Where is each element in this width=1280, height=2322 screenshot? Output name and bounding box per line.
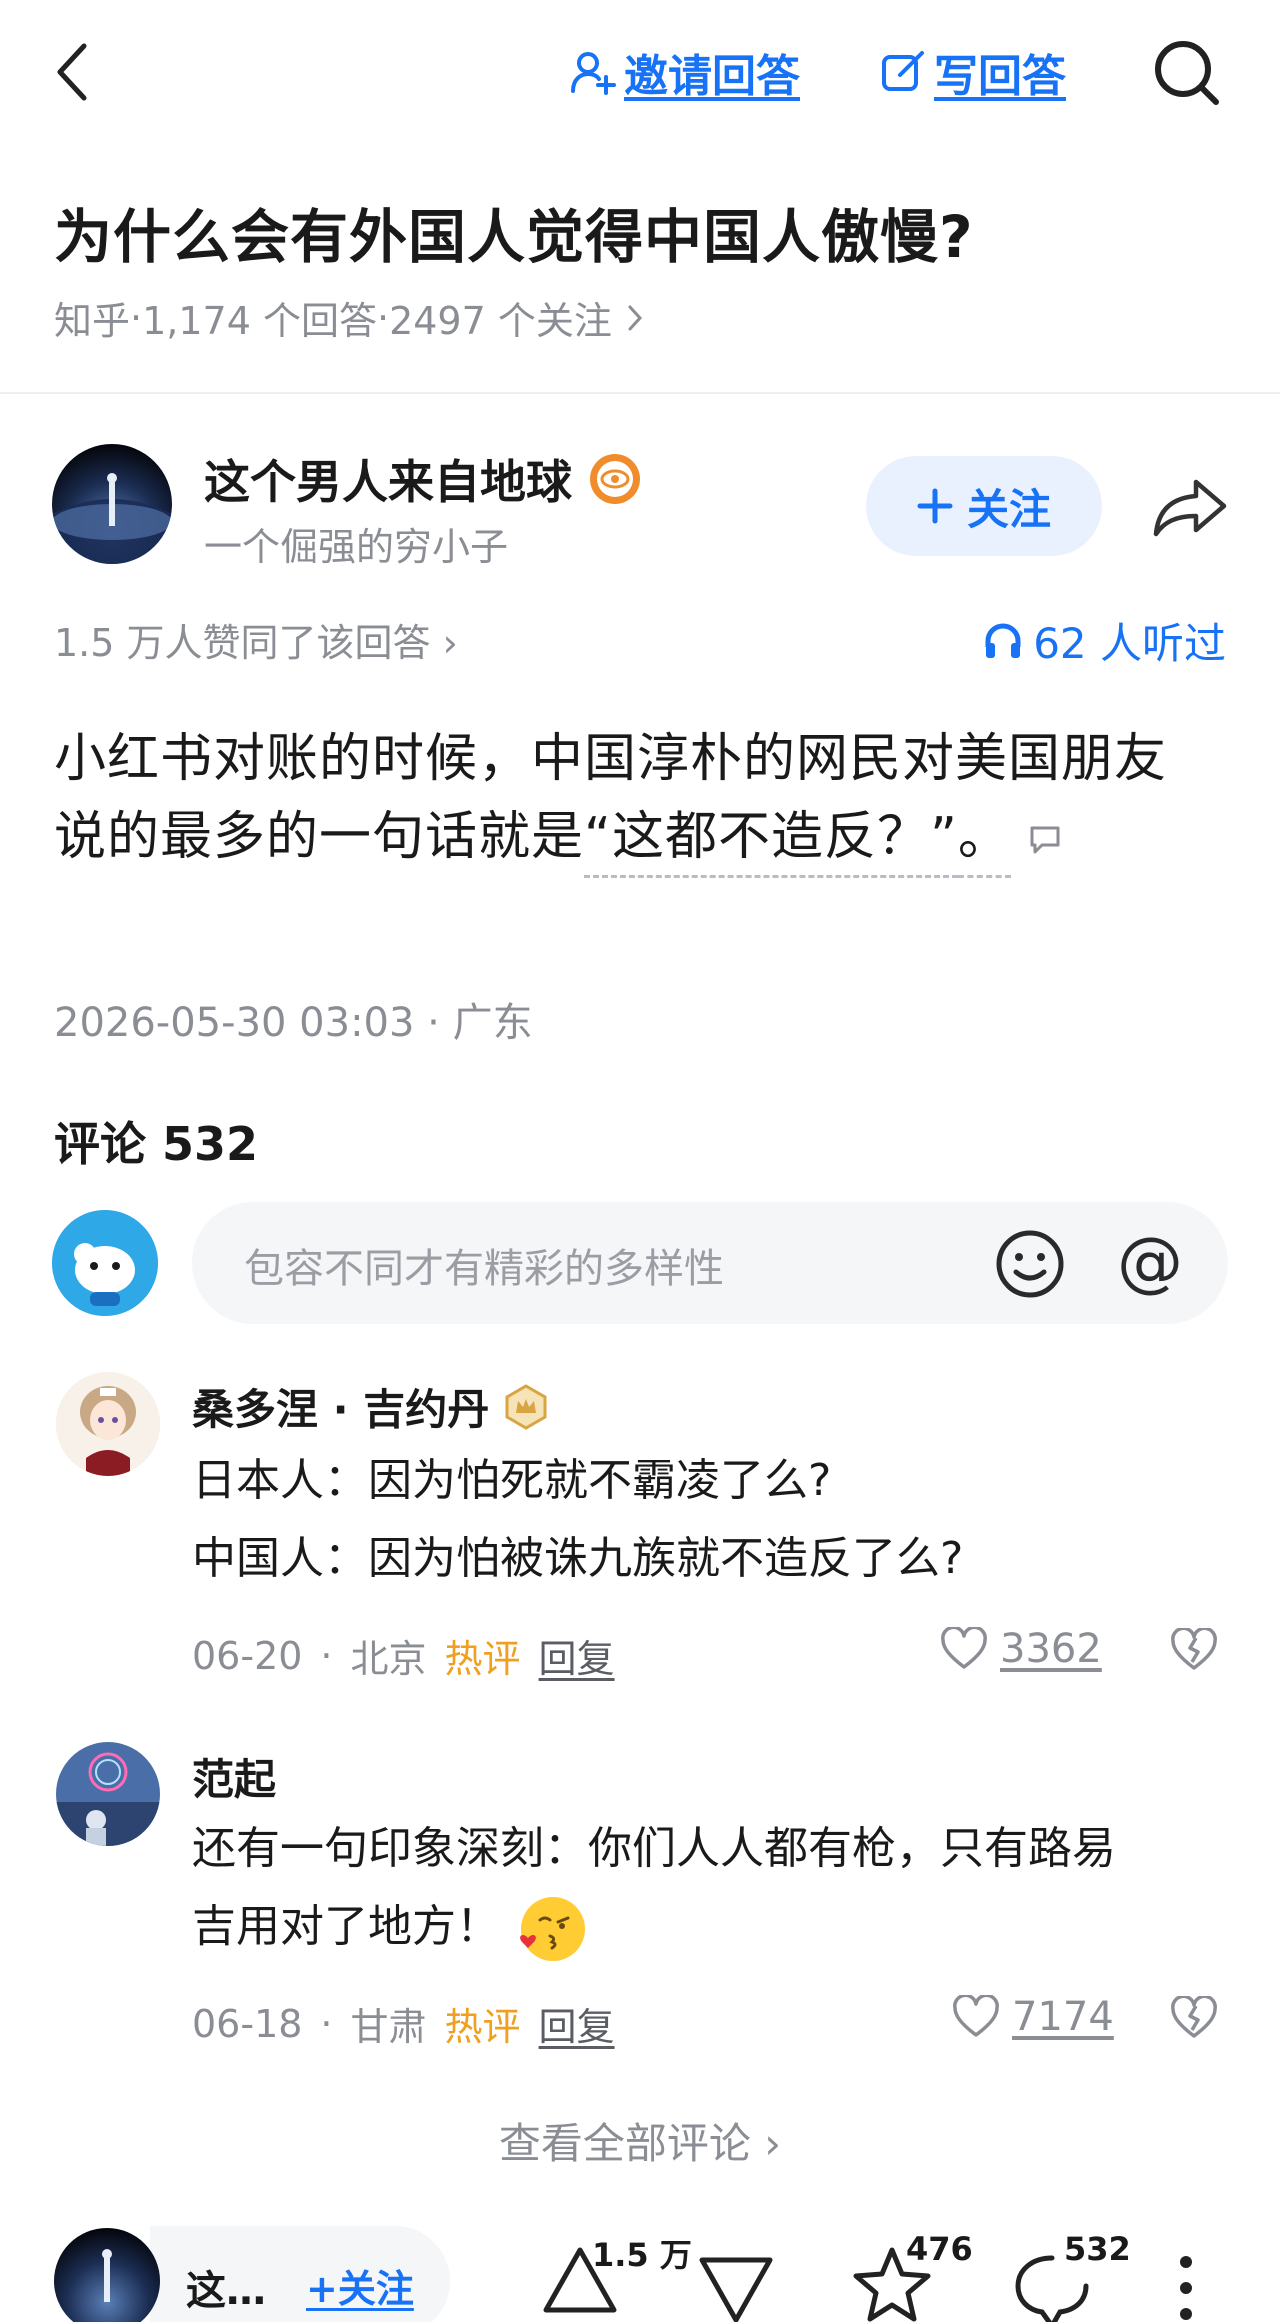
mention-icon[interactable]: @ <box>1110 1222 1190 1302</box>
commenter-avatar[interactable] <box>56 1742 160 1846</box>
share-icon[interactable] <box>1152 478 1228 538</box>
hot-comment-tag: 热评 <box>444 2005 521 2049</box>
upvote-count: 1.5 万 <box>592 2236 692 2274</box>
comment-line: 中国人：因为怕被诛九族就不造反了么? <box>192 1533 964 1584</box>
comment-input-placeholder[interactable]: 包容不同才有精彩的多样性 <box>244 1236 724 1294</box>
bottom-follow-button[interactable]: +关注 <box>306 2258 414 2313</box>
verified-badge-icon <box>588 452 642 506</box>
like-count: 3362 <box>1000 1626 1102 1672</box>
follow-button[interactable]: 关注 <box>866 456 1102 556</box>
author-name-row[interactable]: 这个男人来自地球 <box>204 446 642 512</box>
author-name: 这个男人来自地球 <box>204 455 572 509</box>
answer-line: 说的最多的一句话就是“这都不造反？”。 <box>54 798 1234 878</box>
answer-line: 小红书对账的时候，中国淳朴的网民对美国朋友 <box>54 729 1168 789</box>
comment-text-span: 吉用对了地方！ <box>192 1901 500 1952</box>
invite-user-icon <box>570 49 616 95</box>
write-answer-button[interactable]: 写回答 <box>880 42 1066 102</box>
comment-date: 06-18 <box>192 2001 303 2046</box>
comment-count: 532 <box>1064 2230 1131 2268</box>
comment-text: 还有一句印象深刻：你们人人都有枪，只有路易 吉用对了地方！ <box>192 1810 1116 1966</box>
meta-separator: · <box>130 295 143 340</box>
like-count: 7174 <box>1012 1994 1114 2040</box>
dislike-broken-heart-icon[interactable] <box>1170 1628 1218 1672</box>
heart-icon <box>940 1627 988 1671</box>
listened-count-button[interactable]: 62 人听过 <box>983 610 1226 671</box>
comment-text: 日本人：因为怕死就不霸凌了么? 中国人：因为怕被诛九族就不造反了么? <box>192 1442 963 1598</box>
question-title[interactable]: 为什么会有外国人觉得中国人傲慢? <box>54 190 974 274</box>
like-button[interactable]: 7174 <box>952 1994 1114 2040</box>
commenter-name: 桑多涅 · 吉约丹 <box>192 1385 490 1434</box>
comment-date: 06-20 <box>192 1633 303 1678</box>
kissing-face-emoji-icon <box>514 1892 588 1966</box>
dislike-broken-heart-icon[interactable] <box>1170 1996 1218 2040</box>
crown-badge-icon <box>503 1383 549 1430</box>
follow-label: 关注 <box>966 484 1051 534</box>
annotation-comment-icon[interactable] <box>1028 825 1062 855</box>
my-avatar[interactable] <box>52 1210 158 1316</box>
more-vertical-icon[interactable] <box>1176 2254 1196 2322</box>
commenter-name-row[interactable]: 范起 <box>192 1746 276 1807</box>
comment-location: 甘肃 <box>350 2005 427 2049</box>
like-button[interactable]: 3362 <box>940 1626 1102 1672</box>
highlighted-quote[interactable]: “这都不造反？” <box>584 807 958 878</box>
invite-answer-label: 邀请回答 <box>624 51 800 102</box>
meta-dot: · <box>320 1633 333 1678</box>
author-bio: 一个倔强的穷小子 <box>204 525 509 569</box>
view-all-comments-link[interactable]: 查看全部评论 › <box>0 2110 1280 2171</box>
divider <box>0 392 1280 394</box>
comment-line: 日本人：因为怕死就不霸凌了么? <box>192 1455 832 1506</box>
write-answer-label: 写回答 <box>934 51 1066 102</box>
source-label: 知乎 <box>54 299 131 343</box>
meta-dot: · <box>320 2001 333 2046</box>
edit-icon <box>880 49 926 95</box>
invite-answer-button[interactable]: 邀请回答 <box>570 42 800 102</box>
commenter-name-row[interactable]: 桑多涅 · 吉约丹 <box>192 1376 549 1437</box>
answer-datetime: 2026-05-30 03:03 · 广东 <box>54 1000 533 1046</box>
meta-separator: · <box>376 295 390 340</box>
bottom-author-name: 这… <box>186 2268 266 2314</box>
headphones-icon <box>983 621 1023 661</box>
commenter-name: 范起 <box>192 1755 277 1804</box>
bottom-author-avatar[interactable] <box>54 2228 160 2322</box>
author-avatar[interactable] <box>52 444 172 564</box>
question-meta[interactable]: 知乎 · 1,174 个回答 · 2497 个关注 <box>54 290 644 345</box>
answer-count: 1,174 个回答 <box>142 299 377 343</box>
comment-line: 还有一句印象深刻：你们人人都有枪，只有路易 <box>192 1823 1116 1874</box>
follow-count: 2497 个关注 <box>389 299 612 343</box>
listened-label: 62 人听过 <box>1033 619 1226 668</box>
star-count: 476 <box>906 2230 973 2268</box>
reply-button[interactable]: 回复 <box>539 1628 615 1683</box>
comment-meta: 06-18 · 甘肃 热评 回复 <box>192 1996 615 2051</box>
comment-line: 吉用对了地方！ <box>192 1888 1116 1966</box>
comment-meta: 06-20 · 北京 热评 回复 <box>192 1628 615 1683</box>
answer-text: 说的最多的一句话就是 <box>54 807 585 867</box>
search-icon[interactable] <box>1152 38 1222 108</box>
answer-text-end: 。 <box>957 807 1011 878</box>
agree-count[interactable]: 1.5 万人赞同了该回答 › <box>54 612 458 667</box>
emoji-icon[interactable] <box>994 1228 1066 1300</box>
comments-title: 评论 532 <box>54 1117 259 1171</box>
hot-comment-tag: 热评 <box>444 1637 521 1681</box>
comment-location: 北京 <box>350 1637 427 1681</box>
downvote-icon[interactable] <box>696 2250 776 2322</box>
plus-icon <box>917 488 953 524</box>
back-icon[interactable] <box>50 40 94 104</box>
heart-icon <box>952 1995 1000 2039</box>
reply-button[interactable]: 回复 <box>539 1996 615 2051</box>
answer-body: 小红书对账的时候，中国淳朴的网民对美国朋友 说的最多的一句话就是“这都不造反？”… <box>54 720 1234 878</box>
commenter-avatar[interactable] <box>56 1372 160 1476</box>
chevron-right-icon <box>626 303 644 333</box>
